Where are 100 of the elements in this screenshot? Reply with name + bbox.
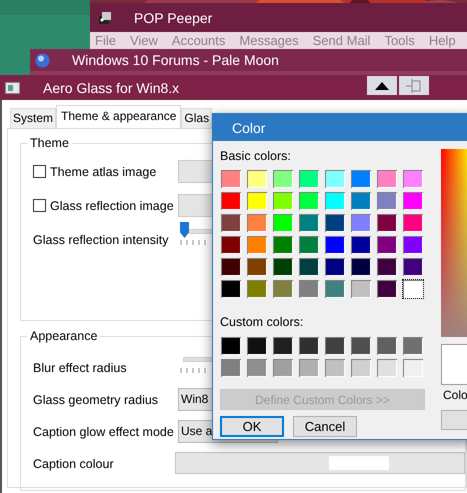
color-swatch[interactable]	[272, 358, 294, 378]
color-swatch[interactable]	[220, 213, 242, 233]
color-swatch[interactable]	[298, 336, 320, 356]
section-label: Custom colors:	[220, 315, 304, 331]
color-swatch[interactable]	[272, 336, 294, 356]
color-swatch[interactable]	[402, 279, 424, 299]
menu-item[interactable]: Messages	[239, 33, 299, 48]
slider-thumb[interactable]	[180, 222, 189, 238]
color-swatch[interactable]	[246, 191, 268, 211]
colour-swatch	[329, 456, 389, 470]
color-swatch[interactable]	[298, 213, 320, 233]
color-swatch[interactable]	[376, 235, 398, 255]
color-swatch[interactable]	[246, 358, 268, 378]
color-swatch[interactable]	[324, 257, 346, 277]
color-swatch[interactable]	[220, 191, 242, 211]
color-swatch[interactable]	[220, 257, 242, 277]
color-swatch[interactable]	[298, 358, 320, 378]
group-title: Appearance	[27, 329, 100, 343]
checkbox-label: Glass reflection image	[50, 198, 174, 212]
checkbox[interactable]	[33, 165, 46, 178]
color-swatch[interactable]	[376, 257, 398, 277]
color-swatch[interactable]	[272, 279, 294, 299]
color-swatch[interactable]	[246, 169, 268, 189]
color-swatch[interactable]	[350, 336, 372, 356]
color-swatch[interactable]	[272, 191, 294, 211]
color-swatch[interactable]	[402, 358, 424, 378]
color-swatch[interactable]	[298, 257, 320, 277]
color-swatch[interactable]	[324, 169, 346, 189]
menu-item[interactable]: Send Mail	[312, 33, 370, 48]
color-swatch[interactable]	[298, 279, 320, 299]
color-swatch[interactable]	[350, 358, 372, 378]
tab[interactable]: System	[10, 108, 56, 128]
field-label: Blur effect radius	[33, 360, 127, 374]
color-swatch[interactable]	[246, 336, 268, 356]
color-swatch[interactable]	[246, 279, 268, 299]
pin-icon	[406, 78, 422, 92]
menu-item[interactable]: Accounts	[172, 33, 226, 48]
color-swatch[interactable]	[324, 336, 346, 356]
menu-item[interactable]: Help	[428, 33, 456, 48]
checkbox[interactable]	[33, 199, 46, 212]
color-swatch[interactable]	[402, 336, 424, 356]
window-title: Windows 10 Forums - Pale Moon	[72, 52, 279, 68]
color-swatch[interactable]	[402, 213, 424, 233]
dialog-button[interactable]: Cancel	[293, 416, 357, 437]
menu-item[interactable]: Tools	[384, 33, 415, 48]
color-swatch[interactable]	[376, 191, 398, 211]
color-swatch[interactable]	[324, 358, 346, 378]
color-swatch[interactable]	[376, 279, 398, 299]
color-swatch[interactable]	[298, 235, 320, 255]
globe-icon	[35, 52, 50, 68]
color-swatch[interactable]	[350, 257, 372, 277]
color-swatch[interactable]	[376, 336, 398, 356]
window-title: POP Peeper	[134, 10, 212, 26]
color-swatch[interactable]	[246, 257, 268, 277]
color-swatch[interactable]	[350, 235, 372, 255]
color-swatch[interactable]	[246, 213, 268, 233]
color-swatch[interactable]	[324, 235, 346, 255]
field-label: Colo	[443, 388, 467, 402]
color-swatch[interactable]	[220, 336, 242, 356]
menu-item[interactable]: File	[95, 33, 116, 48]
color-swatch[interactable]	[350, 279, 372, 299]
color-swatch[interactable]	[220, 235, 242, 255]
color-swatch[interactable]	[220, 358, 242, 378]
field-label: Caption glow effect mode	[33, 424, 174, 438]
dialog-button[interactable]: OK	[220, 416, 284, 437]
color-swatch[interactable]	[402, 191, 424, 211]
color-swatch[interactable]	[272, 235, 294, 255]
colour-preview	[441, 344, 467, 385]
color-swatch[interactable]	[324, 191, 346, 211]
color-swatch[interactable]	[350, 213, 372, 233]
triangle-up-icon	[375, 82, 389, 90]
field-label: Glass reflection intensity	[33, 232, 168, 246]
color-swatch[interactable]	[402, 169, 424, 189]
window-title: Aero Glass for Win8.x	[43, 80, 180, 96]
field-label: Caption colour	[33, 456, 114, 470]
checkbox-label: Theme atlas image	[50, 164, 156, 178]
color-swatch[interactable]	[350, 169, 372, 189]
collapse-button[interactable]	[367, 76, 397, 95]
tab[interactable]: Theme & appearance	[56, 105, 182, 128]
color-swatch[interactable]	[246, 235, 268, 255]
menu-item[interactable]: View	[130, 33, 158, 48]
colour-spectrum[interactable]	[441, 149, 467, 337]
color-swatch[interactable]	[298, 169, 320, 189]
color-swatch[interactable]	[376, 169, 398, 189]
dialog-title: Color	[232, 120, 266, 136]
color-swatch[interactable]	[350, 191, 372, 211]
color-swatch[interactable]	[272, 213, 294, 233]
color-swatch[interactable]	[220, 169, 242, 189]
color-swatch[interactable]	[324, 279, 346, 299]
color-swatch[interactable]	[376, 358, 398, 378]
color-swatch[interactable]	[272, 169, 294, 189]
color-swatch[interactable]	[376, 213, 398, 233]
color-swatch[interactable]	[220, 279, 242, 299]
color-swatch[interactable]	[324, 213, 346, 233]
color-swatch[interactable]	[298, 191, 320, 211]
color-swatch[interactable]	[402, 257, 424, 277]
color-swatch[interactable]	[272, 257, 294, 277]
tab[interactable]: Glas	[181, 108, 212, 128]
color-swatch[interactable]	[402, 235, 424, 255]
group-title: Theme	[27, 136, 72, 150]
